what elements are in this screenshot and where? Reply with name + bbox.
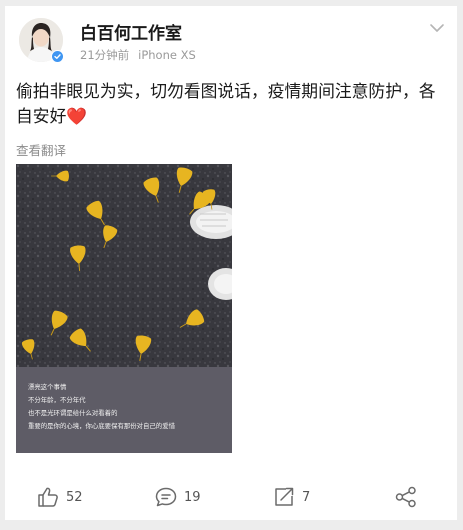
- comment-button[interactable]: 19: [155, 482, 201, 512]
- share-button[interactable]: [395, 482, 417, 512]
- post-device: iPhone XS: [138, 48, 196, 62]
- author-name[interactable]: 白百何工作室: [80, 19, 182, 44]
- like-button[interactable]: 52: [37, 482, 83, 512]
- ginkgo-photo-icon: [16, 164, 232, 369]
- caption-line: 重要的是你的心境，你心底要保有那份对自己的爱惜: [28, 422, 175, 430]
- like-count: 52: [66, 489, 83, 505]
- verified-badge-icon: [51, 50, 64, 63]
- action-bar: 52 19 7: [5, 482, 457, 520]
- repost-button[interactable]: 7: [273, 482, 310, 512]
- comment-icon: [155, 487, 177, 507]
- post-time: 21分钟前: [80, 48, 130, 62]
- share-icon: [395, 486, 416, 508]
- caption-line: 不分年龄，不分年代: [28, 396, 86, 404]
- repost-icon: [275, 487, 294, 506]
- weibo-post-card: 白百何工作室 21分钟前 iPhone XS 偷拍非眼见为实，切勿看图说话，疫情期…: [5, 6, 457, 520]
- comment-count: 19: [184, 489, 201, 505]
- heart-emoji: ❤️: [66, 106, 88, 126]
- repost-count: 7: [302, 489, 311, 505]
- post-meta: 21分钟前 iPhone XS: [80, 47, 196, 63]
- post-image[interactable]: 漂亮这个事情 不分年龄，不分年代 也不是光环谓是给什么对看着的 重要的是你的心境…: [16, 164, 232, 453]
- image-caption: 漂亮这个事情 不分年龄，不分年代 也不是光环谓是给什么对看着的 重要的是你的心境…: [16, 367, 232, 453]
- chevron-down-icon[interactable]: [429, 22, 445, 34]
- thumbs-up-icon: [38, 487, 58, 507]
- translate-link[interactable]: 查看翻译: [16, 140, 66, 159]
- caption-line: 也不是光环谓是给什么对看着的: [28, 409, 118, 417]
- caption-line: 漂亮这个事情: [28, 383, 67, 391]
- post-text: 偷拍非眼见为实，切勿看图说话，疫情期间注意防护，各自安好❤️: [16, 79, 450, 129]
